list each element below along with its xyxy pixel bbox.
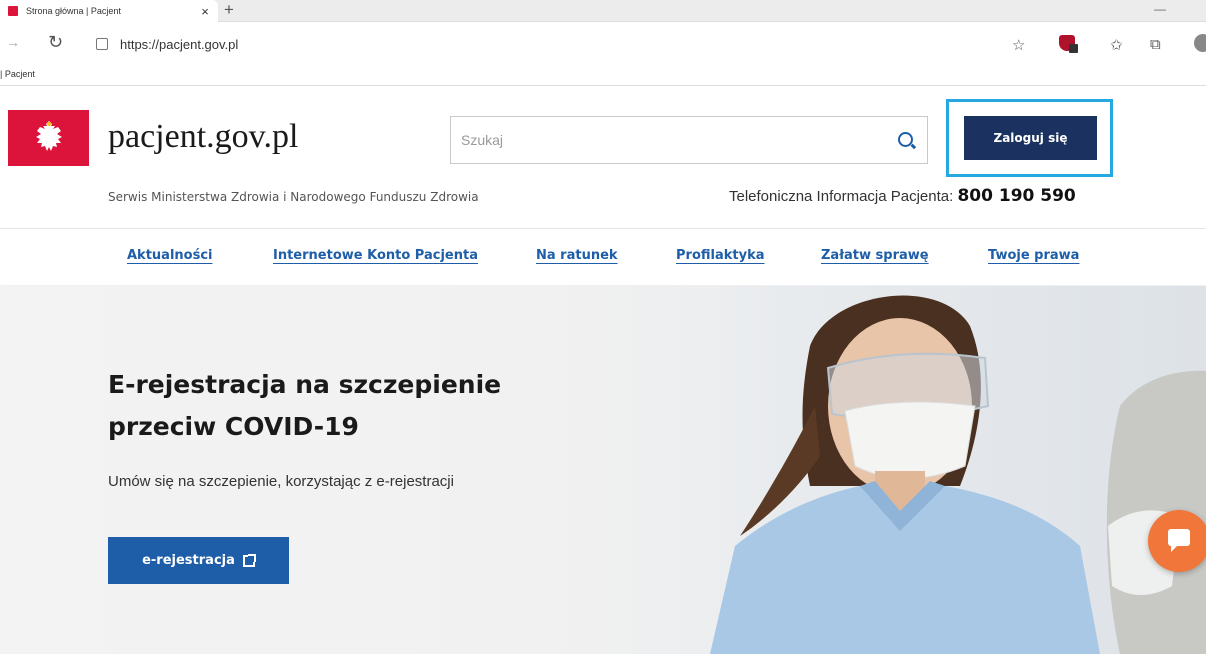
minimize-icon[interactable]: —: [1154, 2, 1166, 16]
login-button[interactable]: Zaloguj się: [964, 116, 1097, 160]
tab-title: Strona główna | Pacjent: [26, 6, 121, 16]
main-navigation: Aktualności Internetowe Konto Pacjenta N…: [0, 228, 1206, 285]
browser-toolbar: → ↻ https://pacjent.gov.pl ☆ ✩ ⧉: [0, 22, 1206, 66]
reload-icon[interactable]: ↻: [48, 32, 63, 53]
new-tab-button[interactable]: +: [224, 0, 234, 22]
browser-tab-bar: Strona główna | Pacjent × + —: [0, 0, 1206, 22]
search-input[interactable]: [461, 117, 881, 163]
url-text: https://pacjent.gov.pl: [120, 36, 239, 52]
collections-icon[interactable]: ⧉: [1150, 36, 1161, 53]
search-icon[interactable]: [898, 132, 913, 147]
nav-item-na-ratunek[interactable]: Na ratunek: [536, 248, 618, 263]
phone-info: Telefoniczna Informacja Pacjenta: 800 19…: [729, 186, 1076, 206]
chat-button[interactable]: [1148, 510, 1206, 572]
nav-item-ikp[interactable]: Internetowe Konto Pacjenta: [273, 248, 478, 263]
phone-number[interactable]: 800 190 590: [957, 186, 1075, 206]
favicon-icon: [8, 6, 18, 16]
browser-tab[interactable]: Strona główna | Pacjent ×: [0, 0, 218, 22]
back-icon[interactable]: →: [6, 34, 20, 50]
site-logo-text[interactable]: pacjent.gov.pl: [108, 118, 298, 156]
nav-item-profilaktyka[interactable]: Profilaktyka: [676, 248, 765, 263]
search-box: [450, 116, 928, 164]
hero-banner: E-rejestracja na szczepienie przeciw COV…: [0, 286, 1206, 654]
extension-shield-icon[interactable]: [1059, 35, 1078, 53]
favorites-icon[interactable]: ✩: [1110, 36, 1123, 54]
hero-subtitle: Umów się na szczepienie, korzystając z e…: [108, 473, 454, 490]
nav-item-twoje-prawa[interactable]: Twoje prawa: [988, 248, 1079, 263]
profile-avatar[interactable]: [1194, 34, 1206, 52]
add-favorite-icon[interactable]: ☆: [1012, 36, 1025, 54]
chat-icon: [1168, 529, 1190, 552]
tab-close-icon[interactable]: ×: [196, 4, 214, 19]
nav-item-aktualnosci[interactable]: Aktualności: [127, 248, 213, 263]
address-bar[interactable]: https://pacjent.gov.pl: [84, 28, 1004, 60]
external-link-icon: [242, 553, 256, 567]
lock-icon: [96, 38, 108, 50]
favorites-bar: | Pacjent: [0, 66, 1206, 86]
polish-eagle-icon[interactable]: [8, 110, 89, 166]
site-subtitle: Serwis Ministerstwa Zdrowia i Narodowego…: [108, 190, 479, 204]
nav-item-zalatw-sprawe[interactable]: Załatw sprawę: [821, 248, 929, 263]
hero-title: E-rejestracja na szczepienie przeciw COV…: [108, 370, 502, 441]
e-registration-button[interactable]: e-rejestracja: [108, 537, 289, 584]
e-registration-label: e-rejestracja: [142, 553, 235, 568]
favorites-item[interactable]: | Pacjent: [0, 69, 35, 79]
hero-photo: [560, 286, 1206, 654]
phone-label: Telefoniczna Informacja Pacjenta:: [729, 188, 954, 205]
